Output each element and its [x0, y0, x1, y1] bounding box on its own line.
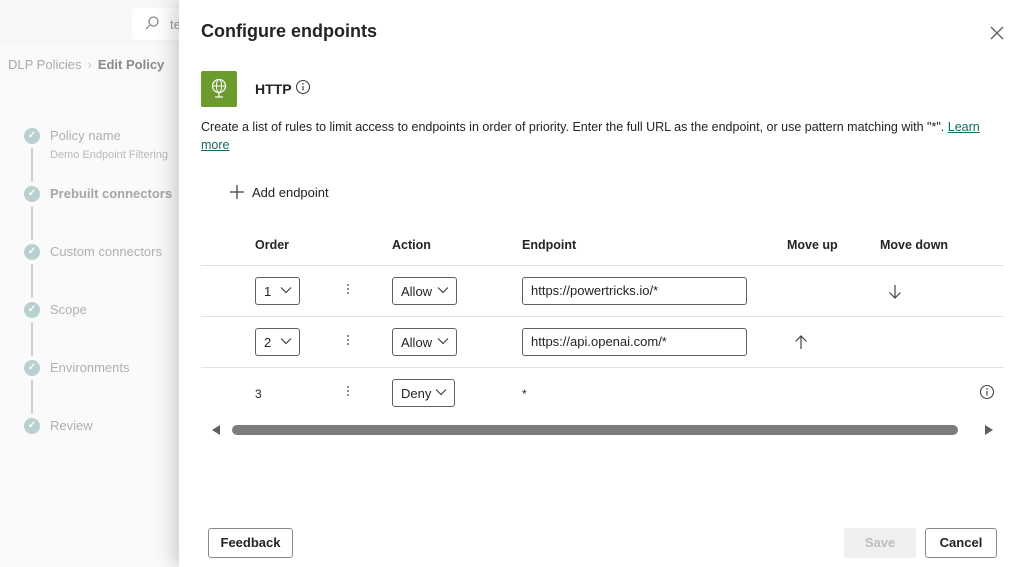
close-button[interactable]	[986, 22, 1008, 44]
panel-title: Configure endpoints	[201, 21, 377, 41]
move-down-button[interactable]	[886, 283, 904, 301]
close-icon	[990, 26, 1004, 40]
step-prebuilt-connectors[interactable]: ✓ Prebuilt connectors	[22, 186, 182, 244]
step-sublabel: Demo Endpoint Filtering	[50, 149, 169, 161]
step-label: Environments	[50, 360, 130, 375]
step-label: Custom connectors	[50, 244, 162, 259]
column-header-endpoint: Endpoint	[522, 238, 577, 252]
column-header-move-up: Move up	[787, 238, 838, 252]
scroll-left-icon[interactable]	[212, 425, 220, 435]
more-vertical-icon[interactable]	[345, 284, 351, 298]
feedback-button[interactable]: Feedback	[208, 528, 293, 558]
column-header-move-down: Move down	[880, 238, 949, 252]
table-divider	[201, 265, 1004, 266]
search-icon	[144, 15, 160, 34]
wizard-steps: ✓ Policy name Demo Endpoint Filtering ✓ …	[22, 128, 182, 476]
step-label: Policy name	[50, 128, 121, 143]
info-icon[interactable]	[979, 384, 997, 402]
step-review[interactable]: ✓ Review	[22, 418, 182, 476]
step-environments[interactable]: ✓ Environments	[22, 360, 182, 418]
order-value: 3	[255, 387, 262, 401]
step-custom-connectors[interactable]: ✓ Custom connectors	[22, 244, 182, 302]
order-value: 1	[264, 283, 272, 299]
checkmark-icon: ✓	[24, 244, 40, 260]
order-dropdown[interactable]: 2	[255, 328, 300, 356]
breadcrumb-root[interactable]: DLP Policies	[8, 57, 81, 72]
endpoint-input[interactable]: https://api.openai.com/*	[522, 328, 747, 356]
chevron-down-icon	[435, 389, 447, 396]
step-connector-line	[31, 206, 33, 240]
column-header-action: Action	[392, 238, 431, 252]
configure-endpoints-panel: Configure endpoints HTTP Create a list o…	[179, 0, 1024, 567]
action-dropdown[interactable]: Allow	[392, 328, 457, 356]
breadcrumb: DLP Policies › Edit Policy	[8, 57, 164, 72]
endpoint-input[interactable]: https://powertricks.io/*	[522, 277, 747, 305]
move-up-button[interactable]	[792, 333, 810, 351]
action-dropdown[interactable]: Deny	[392, 379, 455, 407]
step-scope[interactable]: ✓ Scope	[22, 302, 182, 360]
action-value: Deny	[401, 385, 432, 401]
connector-icon	[201, 71, 237, 107]
step-connector-line	[31, 148, 33, 182]
globe-icon	[211, 78, 227, 98]
checkmark-icon: ✓	[24, 302, 40, 318]
cancel-button[interactable]: Cancel	[925, 528, 997, 558]
action-value: Allow	[401, 283, 433, 299]
action-value: Allow	[401, 334, 433, 350]
action-dropdown[interactable]: Allow	[392, 277, 457, 305]
order-value: 2	[264, 334, 272, 350]
more-vertical-icon[interactable]	[345, 386, 351, 400]
step-policy-name[interactable]: ✓ Policy name Demo Endpoint Filtering	[22, 128, 182, 186]
description-text: Create a list of rules to limit access t…	[201, 120, 945, 134]
add-endpoint-button[interactable]: Add endpoint	[229, 181, 329, 203]
table-divider	[201, 316, 1004, 317]
scroll-right-icon[interactable]	[985, 425, 993, 435]
info-icon[interactable]	[295, 79, 311, 95]
step-label: Prebuilt connectors	[50, 186, 173, 201]
checkmark-icon: ✓	[24, 186, 40, 202]
connector-name: HTTP	[255, 81, 292, 97]
breadcrumb-current: Edit Policy	[97, 57, 165, 72]
add-endpoint-label: Add endpoint	[252, 184, 329, 200]
step-label: Scope	[50, 302, 87, 317]
order-dropdown[interactable]: 1	[255, 277, 300, 305]
chevron-right-icon: ›	[87, 57, 92, 72]
save-button[interactable]: Save	[844, 528, 916, 558]
column-header-order: Order	[255, 238, 290, 252]
step-connector-line	[31, 264, 33, 298]
endpoint-value: *	[522, 387, 527, 401]
step-connector-line	[31, 380, 33, 414]
description: Create a list of rules to limit access t…	[201, 118, 1001, 154]
step-label: Review	[50, 418, 93, 433]
arrow-up-icon	[795, 335, 807, 349]
chevron-down-icon	[437, 287, 449, 294]
more-vertical-icon[interactable]	[345, 335, 351, 349]
checkmark-icon: ✓	[24, 360, 40, 376]
chevron-down-icon	[280, 338, 292, 345]
arrow-down-icon	[889, 285, 901, 299]
checkmark-icon: ✓	[24, 418, 40, 434]
plus-icon	[230, 185, 244, 199]
chevron-down-icon	[280, 287, 292, 294]
checkmark-icon: ✓	[24, 128, 40, 144]
chevron-down-icon	[437, 338, 449, 345]
step-connector-line	[31, 322, 33, 356]
horizontal-scrollbar-thumb[interactable]	[232, 425, 958, 435]
table-divider	[201, 367, 1004, 368]
